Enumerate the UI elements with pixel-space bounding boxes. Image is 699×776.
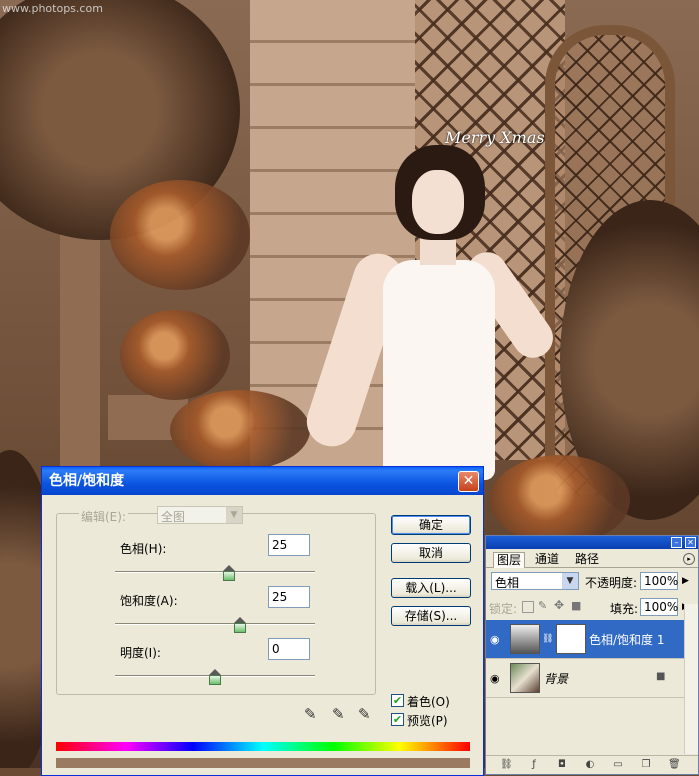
lightness-slider-thumb[interactable] [209,669,221,685]
saturation-label: 饱和度(A): [120,594,178,608]
layer-row-background[interactable]: ◉ 背景 ■ [486,659,684,698]
flower-bed [170,390,310,470]
fill-label: 填充: [610,602,639,616]
panel-menu-icon[interactable]: ▸ [683,553,695,565]
preview-label: 预览(P) [407,714,448,728]
eye-icon[interactable]: ◉ [490,633,500,646]
lock-paint-icon[interactable]: ✎ [538,599,547,612]
eye-icon[interactable]: ◉ [490,672,500,685]
ok-button[interactable]: 确定 [391,515,471,535]
layer-name: 背景 [544,672,569,686]
layers-scrollbar[interactable] [684,604,698,754]
layers-toolbar: ⛓ ƒ ◘ ◐ ▭ ❐ 🗑 [486,755,698,774]
panel-tabs: 图层 通道 路径 ▸ [486,549,698,568]
adjustment-thumbnail [510,624,540,654]
output-spectrum-bar [56,758,470,768]
dialog-title: 色相/饱和度 [49,473,125,489]
hue-saturation-dialog: 色相/饱和度 ✕ 编辑(E): 全图 ▼ 色相(H): 25 饱和度(A): 2… [41,466,484,776]
lock-row: 锁定: ✎ ✥ ■ 填充: 100% ▶ [486,597,698,617]
eyedropper-minus-icon[interactable]: ✎ [358,705,371,723]
edit-label: 编辑(E): [79,508,128,525]
dialog-title-bar[interactable]: 色相/饱和度 ✕ [42,467,483,495]
flower-basket [110,180,250,290]
hue-slider-track[interactable] [115,571,315,573]
cancel-button[interactable]: 取消 [391,543,471,563]
opacity-label: 不透明度: [585,576,638,590]
new-group-icon[interactable]: ▭ [612,759,624,771]
chevron-down-icon: ▼ [562,573,578,589]
panel-title-bar[interactable]: – ✕ [486,536,698,549]
input-spectrum-bar [56,742,470,751]
hue-slider-thumb[interactable] [222,565,235,581]
close-icon[interactable]: ✕ [685,537,696,548]
person-dress [383,260,495,480]
eyedropper-icon[interactable]: ✎ [304,705,317,723]
mask-thumbnail[interactable] [556,624,586,654]
lock-all-icon[interactable]: ■ [571,599,581,612]
flower-cluster [120,310,230,400]
background-thumbnail [510,663,540,693]
lock-icon: ■ [656,671,666,682]
saturation-slider-thumb[interactable] [234,617,246,633]
colorize-checkbox[interactable]: ✔ [391,694,404,707]
trash-icon[interactable]: 🗑 [668,759,681,771]
adjustment-group: 编辑(E): 全图 ▼ 色相(H): 25 饱和度(A): 25 明度(I): … [56,506,376,695]
opacity-arrow-icon[interactable]: ▶ [682,576,689,586]
load-button[interactable]: 载入(L)... [391,578,471,598]
link-layers-icon[interactable]: ⛓ [500,759,513,771]
lock-transparency-icon[interactable] [522,601,534,613]
new-layer-icon[interactable]: ❐ [640,759,652,771]
fill-input[interactable]: 100% [640,598,678,616]
tab-paths[interactable]: 路径 [572,552,602,567]
colorize-label: 着色(O) [407,695,450,709]
chevron-down-icon: ▼ [226,507,242,523]
layer-name: 色相/饱和度 1 [589,633,665,647]
hue-input[interactable]: 25 [268,534,310,556]
minimize-icon[interactable]: – [671,537,682,548]
lightness-label: 明度(I): [120,646,161,660]
edit-select[interactable]: 全图 ▼ [157,506,243,524]
hue-label: 色相(H): [120,542,167,556]
watermark: www.photops.com [2,2,103,15]
add-mask-icon[interactable]: ◘ [556,759,568,771]
layer-style-icon[interactable]: ƒ [528,759,540,771]
layers-panel: – ✕ 图层 通道 路径 ▸ 色相 ▼ 不透明度: 100% ▶ 锁定: ✎ ✥… [485,535,699,775]
saturation-input[interactable]: 25 [268,586,310,608]
lock-move-icon[interactable]: ✥ [554,598,564,612]
preview-checkbox[interactable]: ✔ [391,713,404,726]
merry-xmas-sign: Merry Xmas [445,128,545,147]
saturation-slider-track[interactable] [115,623,315,625]
opacity-input[interactable]: 100% [640,572,678,590]
tab-channels[interactable]: 通道 [532,552,562,567]
edit-select-value: 全图 [161,510,186,524]
link-icon: ⛓ [542,634,554,644]
blend-mode-select[interactable]: 色相 ▼ [491,572,579,590]
adjustment-layer-icon[interactable]: ◐ [584,759,596,771]
blend-mode-value: 色相 [495,576,520,590]
flower-bush-right [490,455,630,545]
eyedropper-plus-icon[interactable]: ✎ [332,705,345,723]
lightness-input[interactable]: 0 [268,638,310,660]
close-icon[interactable]: ✕ [458,471,479,492]
layer-row-adjustment[interactable]: ◉ ⛓ 色相/饱和度 1 [486,620,684,659]
person-face [412,170,464,234]
blend-row: 色相 ▼ 不透明度: 100% ▶ [486,571,698,591]
lock-label: 锁定: [489,602,518,616]
tab-layers[interactable]: 图层 [493,552,526,568]
save-button[interactable]: 存储(S)... [391,606,471,626]
